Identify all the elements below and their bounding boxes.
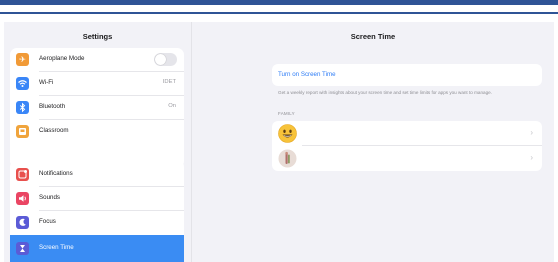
sidebar-item-label: Classroom: [39, 127, 69, 134]
aeroplane-icon: ✈: [16, 53, 29, 66]
window-top-line: [0, 12, 558, 14]
sidebar-item-notifications[interactable]: Notifications: [10, 163, 184, 187]
screen-time-pane: Screen Time Turn on Screen Time Get a we…: [192, 22, 554, 262]
sidebar-item-label: Focus: [39, 218, 56, 225]
turn-on-screen-time-link[interactable]: Turn on Screen Time: [278, 71, 336, 78]
smiley-avatar: [278, 124, 297, 143]
sidebar-item-label: Notifications: [39, 170, 73, 177]
sidebar-group-general: Notifications Sounds Focus Screen Time: [10, 160, 184, 262]
bluetooth-status-value: On: [168, 103, 176, 109]
photo-avatar: [278, 149, 297, 168]
wifi-network-value: IDET: [162, 79, 176, 85]
window-top-bar: [0, 0, 558, 5]
classroom-icon: [16, 125, 29, 138]
family-member-row[interactable]: ›: [272, 146, 542, 171]
sidebar-item-sounds[interactable]: Sounds: [10, 187, 184, 211]
page-title: Screen Time: [350, 32, 396, 41]
sidebar-item-label: Wi-Fi: [39, 79, 54, 86]
settings-screen: Settings ✈ Aeroplane Mode Wi-Fi IDET Blu…: [4, 22, 554, 262]
bluetooth-icon: [16, 101, 29, 114]
screen-time-icon: [16, 242, 29, 255]
sidebar-item-bluetooth[interactable]: Bluetooth On: [10, 96, 184, 120]
family-member-row[interactable]: ›: [272, 121, 542, 146]
family-section-header: FAMILY: [278, 111, 295, 116]
sidebar-item-focus[interactable]: Focus: [10, 211, 184, 235]
family-members-card: › ›: [272, 121, 542, 171]
sidebar-group-connectivity: ✈ Aeroplane Mode Wi-Fi IDET Bluetooth On: [10, 48, 184, 168]
sidebar-item-aeroplane-mode[interactable]: ✈ Aeroplane Mode: [10, 48, 184, 72]
sidebar-item-label: Aeroplane Mode: [39, 55, 85, 62]
chevron-right-icon: ›: [530, 128, 533, 137]
sidebar-item-label: Screen Time: [39, 244, 74, 251]
notifications-icon: [16, 168, 29, 181]
sidebar-item-label: Sounds: [39, 194, 60, 201]
aeroplane-mode-toggle[interactable]: [154, 53, 177, 66]
screen-time-description: Get a weekly report with insights about …: [278, 90, 492, 95]
sidebar-item-label: Bluetooth: [39, 103, 66, 110]
sidebar-title: Settings: [82, 32, 113, 41]
turn-on-card[interactable]: Turn on Screen Time: [272, 64, 542, 86]
sidebar-item-screen-time[interactable]: Screen Time: [10, 235, 184, 262]
sounds-icon: [16, 192, 29, 205]
focus-icon: [16, 216, 29, 229]
wifi-icon: [16, 77, 29, 90]
sidebar-item-classroom[interactable]: Classroom: [10, 120, 184, 144]
settings-sidebar: Settings ✈ Aeroplane Mode Wi-Fi IDET Blu…: [4, 22, 192, 262]
sidebar-item-wifi[interactable]: Wi-Fi IDET: [10, 72, 184, 96]
chevron-right-icon: ›: [530, 153, 533, 162]
